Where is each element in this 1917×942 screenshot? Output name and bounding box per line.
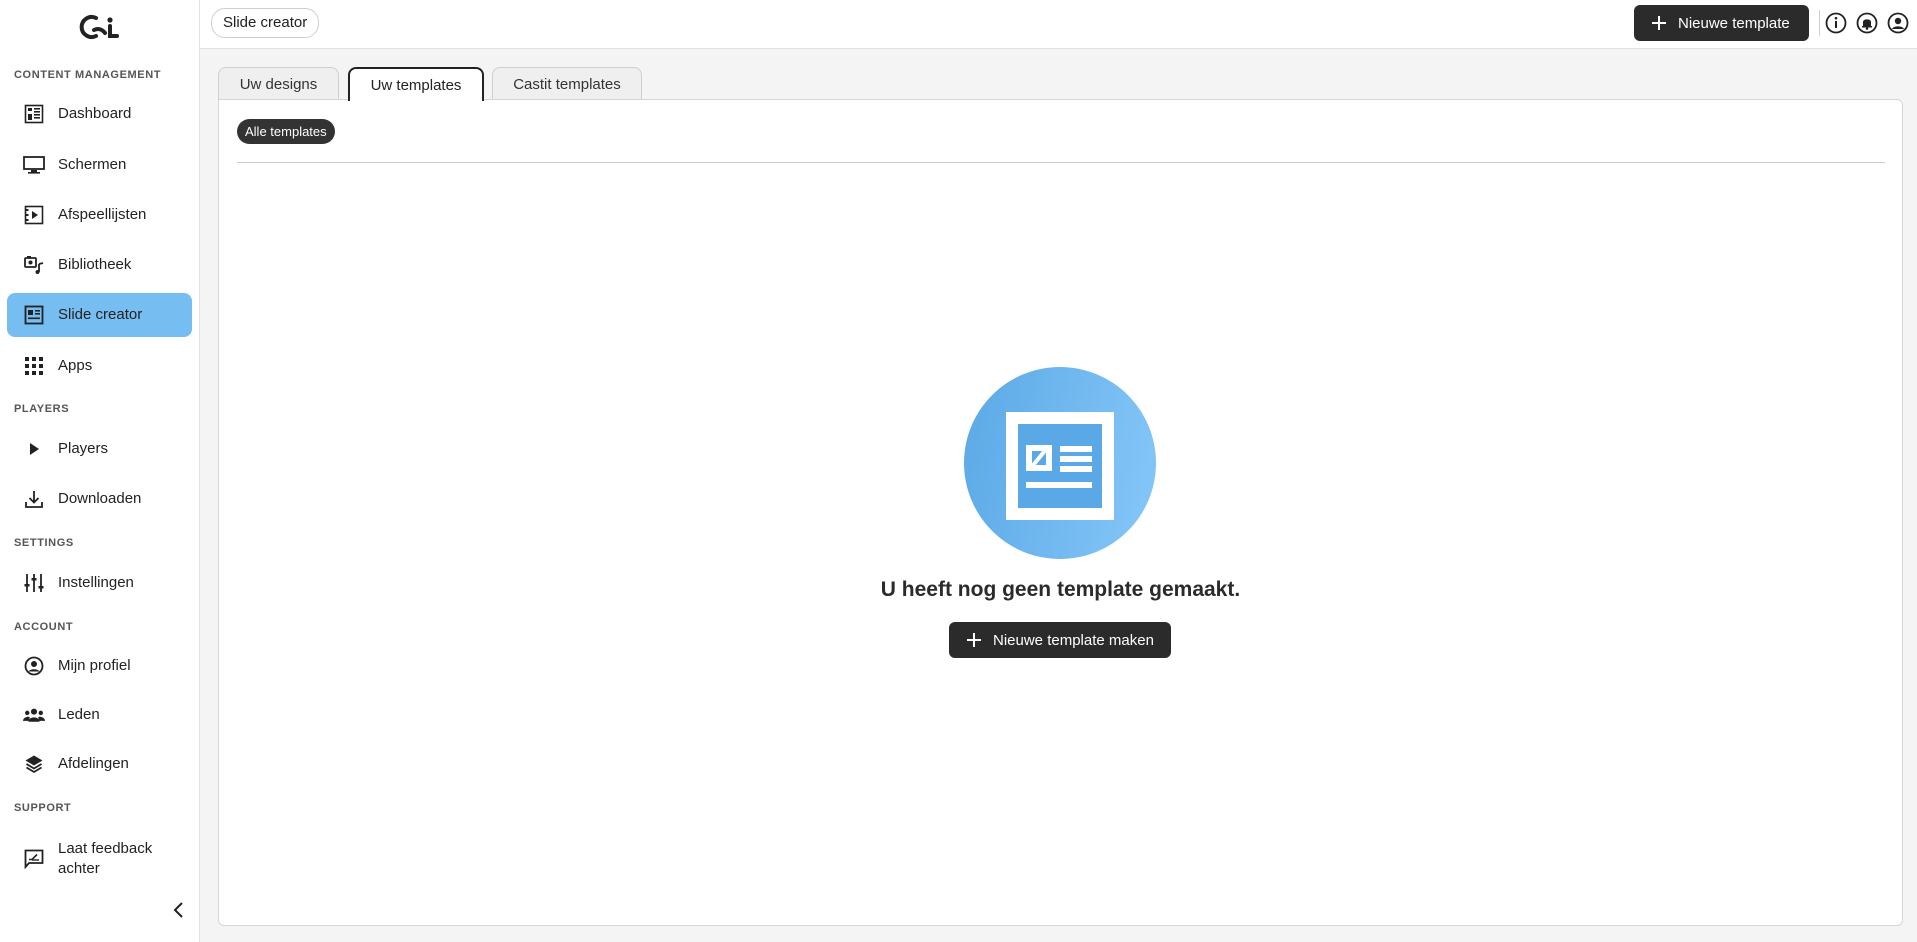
topbar-divider [1819, 10, 1820, 36]
templates-panel: Alle templates U heeft nog geen template… [218, 99, 1903, 926]
notifications-bell-icon[interactable] [1856, 12, 1878, 34]
filter-chip-all-templates[interactable]: Alle templates [237, 119, 335, 144]
sidebar-item-apps[interactable]: Apps [7, 344, 192, 388]
sidebar-item-label: Leden [58, 706, 100, 723]
template-illustration-icon [964, 367, 1156, 559]
sidebar-item-feedback[interactable]: Laat feedback achter [7, 834, 192, 884]
tab-uw-templates[interactable]: Uw templates [348, 67, 484, 101]
sidebar-item-instellingen[interactable]: Instellingen [7, 561, 192, 605]
plus-icon [1652, 16, 1666, 30]
section-settings: SETTINGS [14, 537, 74, 549]
new-template-label: Nieuwe template [1678, 14, 1790, 32]
sliders-icon [23, 572, 45, 594]
sidebar-item-label: Schermen [58, 156, 127, 173]
sidebar-item-downloaden[interactable]: Downloaden [7, 477, 192, 521]
new-template-create-button[interactable]: Nieuwe template maken [949, 622, 1171, 658]
sidebar-item-bibliotheek[interactable]: Bibliotheek [7, 243, 192, 287]
sidebar-item-afdelingen[interactable]: Afdelingen [7, 742, 192, 786]
sidebar-item-mijn-profiel[interactable]: Mijn profiel [7, 644, 192, 688]
sidebar-item-label: Apps [58, 357, 93, 374]
library-icon [23, 254, 45, 276]
new-template-button[interactable]: Nieuwe template [1634, 5, 1809, 41]
monitor-icon [23, 154, 45, 176]
sidebar-item-label: Downloaden [58, 490, 142, 507]
profile-icon [23, 655, 45, 677]
sidebar-item-leden[interactable]: Leden [7, 693, 192, 737]
sidebar-item-schermen[interactable]: Schermen [7, 143, 192, 187]
sidebar-item-label: Afdelingen [58, 755, 129, 772]
section-account: ACCOUNT [14, 621, 74, 633]
info-icon[interactable] [1825, 12, 1847, 34]
account-icon[interactable] [1887, 12, 1909, 34]
sidebar-item-afspeellijsten[interactable]: Afspeellijsten [7, 193, 192, 237]
layers-icon [23, 753, 45, 775]
section-support: SUPPORT [14, 802, 72, 814]
sidebar-item-label: Bibliotheek [58, 256, 132, 273]
slide-creator-icon [23, 304, 45, 326]
members-icon [23, 704, 45, 726]
sidebar-item-label: Laat feedback achter [58, 840, 153, 877]
dashboard-icon [23, 103, 45, 125]
section-players: PLAYERS [14, 403, 70, 415]
tab-castit-templates[interactable]: Castit templates [492, 67, 642, 100]
feedback-icon [23, 848, 45, 870]
tab-uw-designs[interactable]: Uw designs [218, 67, 339, 100]
new-template-create-label: Nieuwe template maken [993, 631, 1154, 649]
collapse-sidebar-chevron-left-icon[interactable] [170, 898, 188, 922]
section-content-management: CONTENT MANAGEMENT [14, 69, 162, 81]
topbar: Slide creator Nieuwe template [200, 0, 1917, 49]
playlist-icon [23, 204, 45, 226]
sidebar-item-dashboard[interactable]: Dashboard [7, 92, 192, 136]
sidebar-item-slide-creator[interactable]: Slide creator [7, 293, 192, 337]
sidebar-item-label: Mijn profiel [58, 657, 131, 674]
sidebar-item-label: Dashboard [58, 105, 132, 122]
play-icon [23, 438, 45, 460]
castit-logo[interactable] [74, 12, 124, 42]
sidebar-item-players[interactable]: Players [7, 427, 192, 471]
sidebar-item-label: Players [58, 440, 109, 457]
plus-icon [967, 633, 981, 647]
sidebar-item-label: Instellingen [58, 574, 134, 591]
download-icon [23, 488, 45, 510]
breadcrumb[interactable]: Slide creator [211, 8, 320, 38]
empty-state-message: U heeft nog geen template gemaakt. [880, 578, 1241, 601]
sidebar-item-label: Afspeellijsten [58, 206, 147, 223]
panel-divider [237, 162, 1885, 163]
sidebar-item-label: Slide creator [58, 306, 143, 323]
sidebar: CONTENT MANAGEMENT Dashboard Schermen Af… [0, 0, 200, 942]
apps-grid-icon [23, 355, 45, 377]
